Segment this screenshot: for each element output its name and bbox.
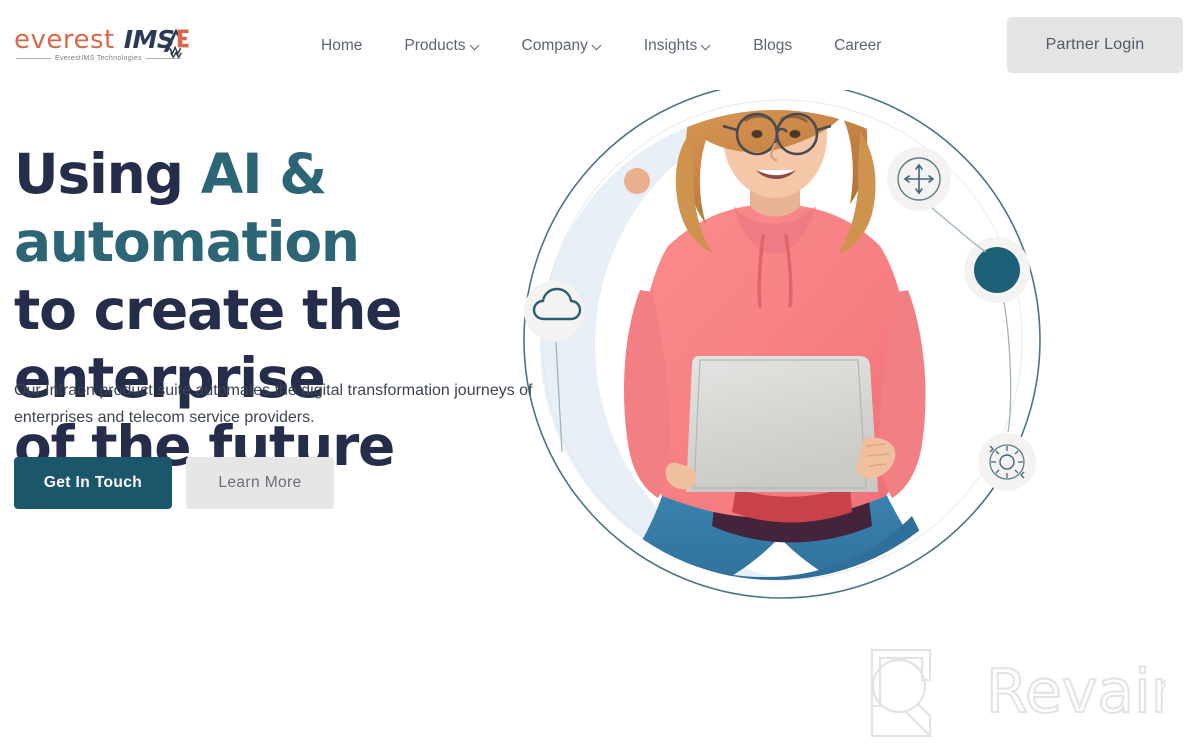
move-arrows-icon: [887, 147, 951, 211]
partner-login-button[interactable]: Partner Login: [1007, 17, 1183, 73]
hero-action-buttons: Get In Touch Learn More: [14, 457, 334, 509]
nav-label: Company: [521, 37, 588, 54]
get-in-touch-button[interactable]: Get In Touch: [14, 457, 172, 509]
logo-wordmark: everest IMS: [14, 25, 175, 55]
logo-tagline: EverestIMS Technologies: [55, 55, 142, 62]
hero-page: everest IMS EverestIMS Technologies Home…: [0, 0, 1190, 753]
chevron-down-icon: [702, 41, 711, 50]
tagline-rule-right: [145, 58, 181, 59]
learn-more-button[interactable]: Learn More: [186, 457, 334, 509]
nav-item-insights[interactable]: Insights: [623, 32, 732, 60]
nav-label: Blogs: [753, 37, 793, 54]
revain-watermark: Revain: [866, 640, 1190, 740]
laptop-icon: [686, 356, 878, 492]
hero-content: Using AI & automation to create the ente…: [14, 140, 614, 509]
nav-item-company[interactable]: Company: [501, 32, 623, 60]
revain-logo-icon: [870, 648, 933, 738]
gear-refresh-icon: [978, 433, 1036, 491]
hero-title-line1-plain: Using: [14, 142, 201, 206]
nav-item-career[interactable]: Career: [813, 32, 902, 60]
teal-dot-icon: [964, 237, 1030, 303]
nav-label: Products: [404, 37, 466, 54]
primary-navigation: Home Products Company Insights Blogs Car…: [300, 32, 902, 60]
chevron-down-icon: [471, 41, 480, 50]
nav-item-blogs[interactable]: Blogs: [732, 32, 813, 60]
site-logo[interactable]: everest IMS EverestIMS Technologies: [14, 25, 194, 69]
nav-label: Career: [834, 37, 882, 54]
revain-wordmark: Revain: [986, 657, 1166, 727]
hero-subtitle: Our Infraon product suite automates the …: [14, 382, 533, 426]
logo-tagline-row: EverestIMS Technologies: [16, 55, 181, 62]
nav-label: Insights: [643, 37, 698, 54]
nav-label: Home: [321, 37, 363, 54]
tagline-rule-left: [16, 58, 52, 59]
logo-brand-primary: everest: [14, 25, 115, 55]
everest-mountain-icon: [163, 28, 189, 59]
nav-item-home[interactable]: Home: [300, 32, 383, 60]
nav-item-products[interactable]: Products: [383, 32, 500, 60]
site-header: everest IMS EverestIMS Technologies Home…: [0, 0, 1190, 90]
orange-dot-icon: [624, 168, 650, 194]
chevron-down-icon: [593, 41, 602, 50]
